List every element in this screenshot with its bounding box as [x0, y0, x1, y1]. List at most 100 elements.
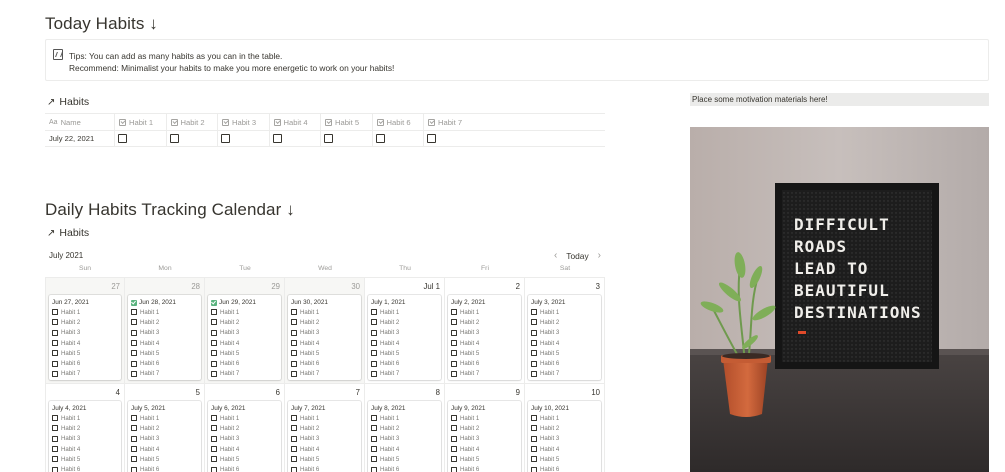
habit-checkbox[interactable]: [52, 446, 58, 453]
habit-checkbox[interactable]: [371, 446, 377, 453]
habit-checkbox[interactable]: [52, 435, 58, 442]
calendar-day-cell[interactable]: 28 Jun 28, 2021 Habit 1 Habit 2 Habit 3 Habit…: [125, 278, 205, 383]
habit-checkbox[interactable]: [131, 350, 137, 357]
habit-7-checkbox[interactable]: [427, 134, 436, 143]
habit-checkbox[interactable]: [52, 415, 58, 422]
habit-checkbox[interactable]: [291, 370, 297, 377]
habit-checkbox[interactable]: [131, 309, 137, 316]
habit-checkbox[interactable]: [211, 360, 217, 367]
calendar-entry-card[interactable]: Jun 29, 2021 Habit 1 Habit 2 Habit 3 Habit 4…: [208, 295, 281, 380]
habit-checkbox[interactable]: [531, 350, 537, 357]
calendar-day-cell[interactable]: 5 July 5, 2021 Habit 1 Habit 2 Habit 3 Habit …: [125, 384, 205, 472]
calendar-entry-card[interactable]: July 1, 2021 Habit 1 Habit 2 Habit 3 Habit 4…: [368, 295, 441, 380]
calendar-day-cell[interactable]: 2 July 2, 2021 Habit 1 Habit 2 Habit 3 Habit …: [445, 278, 525, 383]
calendar-day-cell[interactable]: 29 Jun 29, 2021 Habit 1 Habit 2 Habit 3 Habit…: [205, 278, 285, 383]
habit-checkbox[interactable]: [371, 319, 377, 326]
chevron-right-icon[interactable]: ›: [598, 250, 601, 261]
habit-checkbox[interactable]: [531, 425, 537, 432]
habit-checkbox[interactable]: [371, 466, 377, 472]
habit-checkbox[interactable]: [131, 360, 137, 367]
habit-checkbox[interactable]: [451, 350, 457, 357]
habit-checkbox[interactable]: [531, 360, 537, 367]
habit-checkbox[interactable]: [131, 340, 137, 347]
habit-checkbox[interactable]: [291, 435, 297, 442]
calendar-day-cell[interactable]: 10 July 10, 2021 Habit 1 Habit 2 Habit 3 Habi…: [525, 384, 605, 472]
calendar-entry-card[interactable]: July 9, 2021 Habit 1 Habit 2 Habit 3 Habit 4…: [448, 401, 521, 472]
habit-checkbox[interactable]: [451, 425, 457, 432]
calendar-day-cell[interactable]: Jul 1 July 1, 2021 Habit 1 Habit 2 Habit 3 Ha…: [365, 278, 445, 383]
habit-checkbox[interactable]: [52, 425, 58, 432]
column-header-habit-5[interactable]: Habit 5: [321, 114, 373, 130]
habit-checkbox[interactable]: [371, 309, 377, 316]
habit-4-checkbox[interactable]: [272, 134, 282, 143]
calendar-entry-card[interactable]: July 8, 2021 Habit 1 Habit 2 Habit 3 Habit 4…: [368, 401, 441, 472]
habit-checkbox[interactable]: [211, 435, 217, 442]
chevron-left-icon[interactable]: ‹: [554, 250, 557, 261]
habit-checkbox[interactable]: [211, 415, 217, 422]
habit-checkbox[interactable]: [291, 425, 297, 432]
habit-checkbox[interactable]: [211, 370, 217, 377]
habit-checkbox[interactable]: [531, 319, 537, 326]
habit-2-checkbox[interactable]: [169, 134, 179, 143]
habit-checkbox[interactable]: [131, 370, 137, 377]
habit-checkbox[interactable]: [291, 446, 297, 453]
habit-checkbox[interactable]: [371, 415, 377, 422]
habit-checkbox[interactable]: [371, 329, 377, 336]
habit-checkbox[interactable]: [451, 360, 457, 367]
habit-checkbox[interactable]: [291, 309, 297, 316]
habit-checkbox[interactable]: [131, 329, 137, 336]
habit-checkbox[interactable]: [451, 435, 457, 442]
habit-checkbox[interactable]: [131, 435, 137, 442]
calendar-entry-card[interactable]: Jun 30, 2021 Habit 1 Habit 2 Habit 3 Habit 4…: [288, 295, 361, 380]
habit-checkbox[interactable]: [52, 370, 58, 377]
habit-checkbox[interactable]: [291, 415, 297, 422]
habit-checkbox[interactable]: [211, 446, 217, 453]
calendar-day-cell[interactable]: 27 Jun 27, 2021 Habit 1 Habit 2 Habit 3 Habit…: [45, 278, 125, 383]
habit-checkbox[interactable]: [211, 309, 217, 316]
habit-checkbox[interactable]: [531, 446, 537, 453]
habit-checkbox[interactable]: [52, 466, 58, 472]
habit-1-checkbox[interactable]: [118, 134, 127, 143]
habit-checkbox[interactable]: [211, 425, 217, 432]
habit-checkbox[interactable]: [211, 319, 217, 326]
habit-checkbox[interactable]: [451, 415, 457, 422]
habit-checkbox[interactable]: [291, 360, 297, 367]
habit-checkbox[interactable]: [531, 466, 537, 472]
habit-checkbox[interactable]: [211, 456, 217, 463]
habit-checkbox[interactable]: [52, 319, 58, 326]
habit-checkbox[interactable]: [52, 350, 58, 357]
calendar-day-cell[interactable]: 8 July 8, 2021 Habit 1 Habit 2 Habit 3 Habit …: [365, 384, 445, 472]
habit-checkbox[interactable]: [52, 340, 58, 347]
row-name-cell[interactable]: July 22, 2021: [45, 131, 115, 146]
calendar-day-cell[interactable]: 4 July 4, 2021 Habit 1 Habit 2 Habit 3 Habit …: [45, 384, 125, 472]
calendar-day-cell[interactable]: 7 July 7, 2021 Habit 1 Habit 2 Habit 3 Habit …: [285, 384, 365, 472]
habit-checkbox[interactable]: [371, 370, 377, 377]
habit-checkbox[interactable]: [451, 319, 457, 326]
habit-checkbox[interactable]: [451, 456, 457, 463]
habit-checkbox[interactable]: [291, 319, 297, 326]
habit-checkbox[interactable]: [291, 329, 297, 336]
column-header-habit-4[interactable]: Habit 4: [270, 114, 321, 130]
habit-checkbox[interactable]: [371, 360, 377, 367]
calendar-entry-card[interactable]: July 4, 2021 Habit 1 Habit 2 Habit 3 Habit 4…: [49, 401, 121, 472]
habit-checkbox[interactable]: [531, 340, 537, 347]
habit-checkbox[interactable]: [291, 466, 297, 472]
calendar-day-cell[interactable]: 30 Jun 30, 2021 Habit 1 Habit 2 Habit 3 Habit…: [285, 278, 365, 383]
calendar-entry-card[interactable]: July 3, 2021 Habit 1 Habit 2 Habit 3 Habit 4…: [528, 295, 601, 380]
habit-checkbox[interactable]: [131, 425, 137, 432]
calendar-database-link[interactable]: ↗ Habits: [47, 227, 89, 239]
habit-checkbox[interactable]: [131, 466, 137, 472]
habit-6-checkbox[interactable]: [375, 134, 385, 143]
habit-checkbox[interactable]: [291, 456, 297, 463]
habit-checkbox[interactable]: [211, 329, 217, 336]
calendar-entry-card[interactable]: Jun 28, 2021 Habit 1 Habit 2 Habit 3 Habit 4…: [128, 295, 201, 380]
column-header-habit-1[interactable]: Habit 1: [115, 114, 167, 130]
habit-5-checkbox[interactable]: [324, 134, 333, 143]
habit-checkbox[interactable]: [451, 340, 457, 347]
habit-checkbox[interactable]: [52, 456, 58, 463]
habit-checkbox[interactable]: [291, 350, 297, 357]
column-header-habit-7[interactable]: Habit 7: [424, 114, 476, 130]
habit-checkbox[interactable]: [131, 446, 137, 453]
habit-checkbox[interactable]: [211, 466, 217, 472]
calendar-day-cell[interactable]: 3 July 3, 2021 Habit 1 Habit 2 Habit 3 Habit …: [525, 278, 605, 383]
